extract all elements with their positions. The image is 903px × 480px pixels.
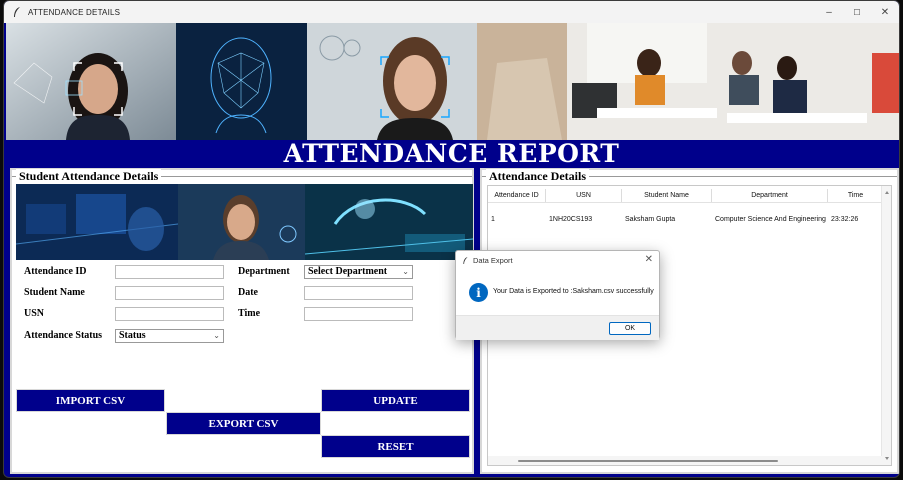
- dialog-title-bar: Data Export ✕: [456, 251, 659, 270]
- maximize-button[interactable]: ☐: [843, 1, 871, 23]
- table-cell: Computer Science And Engineering: [715, 216, 826, 223]
- banner-image-digital-head: [176, 23, 307, 140]
- department-value: Select Department: [308, 266, 388, 277]
- data-export-dialog: Data Export ✕ i Your Data is Exported to…: [455, 250, 660, 340]
- feather-icon: [462, 256, 469, 265]
- time-input[interactable]: [304, 307, 413, 321]
- banner-image-face-recognition: [307, 23, 477, 140]
- sub-banner-image-man: [178, 184, 305, 260]
- usn-label: USN: [24, 308, 45, 319]
- time-label: Time: [238, 308, 261, 319]
- frame-divider: [582, 176, 897, 177]
- update-button[interactable]: UPDATE: [321, 389, 470, 412]
- attendance-id-input[interactable]: [115, 265, 224, 279]
- chevron-down-icon: ⌄: [402, 267, 409, 276]
- attendance-status-value: Status: [119, 330, 146, 341]
- vertical-scrollbar[interactable]: [881, 186, 891, 465]
- close-button[interactable]: ✕: [871, 1, 899, 23]
- panel-legend: Attendance Details: [486, 169, 589, 183]
- export-csv-button[interactable]: EXPORT CSV: [166, 412, 321, 435]
- panel-legend: Student Attendance Details: [16, 169, 162, 183]
- header-banner: [6, 23, 899, 140]
- banner-image-face-scan: [6, 23, 176, 140]
- student-name-input[interactable]: [115, 286, 224, 300]
- feather-icon: [10, 5, 24, 19]
- banner-image-classroom: [477, 23, 899, 140]
- table-cell: 23:32:26: [831, 216, 859, 223]
- date-label: Date: [238, 287, 258, 298]
- chevron-down-icon: ⌄: [213, 331, 220, 340]
- dialog-body: i Your Data is Exported to :Saksham.csv …: [456, 270, 659, 315]
- minimize-button[interactable]: –: [815, 1, 843, 23]
- frame-divider: [160, 176, 472, 177]
- attendance-status-select[interactable]: Status ⌄: [115, 329, 224, 343]
- import-csv-button[interactable]: IMPORT CSV: [16, 389, 165, 412]
- dialog-message: Your Data is Exported to :Saksham.csv su…: [493, 288, 654, 295]
- dialog-close-button[interactable]: ✕: [645, 254, 653, 265]
- title-bar: ATTENDANCE DETAILS – ☐ ✕: [4, 1, 899, 23]
- table-cell: 1: [491, 216, 495, 223]
- usn-input[interactable]: [115, 307, 224, 321]
- dialog-title: Data Export: [473, 256, 513, 265]
- sub-banner-image-tech: [15, 184, 179, 260]
- column-header[interactable]: Attendance ID: [488, 189, 546, 202]
- page-title: ATTENDANCE REPORT: [283, 139, 620, 168]
- department-label: Department: [238, 266, 290, 277]
- attendance-id-label: Attendance ID: [24, 266, 87, 277]
- date-input[interactable]: [304, 286, 413, 300]
- sub-banner: [15, 184, 474, 260]
- info-icon: i: [469, 283, 488, 302]
- column-header[interactable]: USN: [546, 189, 622, 202]
- table-cell: 1NH20CS193: [549, 216, 593, 223]
- reset-button[interactable]: RESET: [321, 435, 470, 458]
- table-row[interactable]: 1 1NH20CS193 Saksham Gupta Computer Scie…: [488, 214, 883, 226]
- horizontal-scrollbar[interactable]: [488, 456, 883, 465]
- window-title: ATTENDANCE DETAILS: [28, 7, 121, 17]
- student-attendance-panel: Student Attendance Details Attendance ID…: [10, 168, 474, 474]
- scrollbar-thumb[interactable]: [518, 460, 778, 462]
- sub-banner-image-robot: [304, 184, 474, 260]
- column-header[interactable]: Time: [828, 189, 883, 202]
- student-name-label: Student Name: [24, 287, 85, 298]
- table-header: Attendance ID USN Student Name Departmen…: [488, 189, 883, 203]
- department-select[interactable]: Select Department ⌄: [304, 265, 413, 279]
- dialog-footer: OK: [456, 315, 659, 340]
- column-header[interactable]: Department: [712, 189, 828, 202]
- table-cell: Saksham Gupta: [625, 216, 676, 223]
- app-window: ATTENDANCE DETAILS – ☐ ✕ ATTENDANCE REPO…: [3, 0, 900, 478]
- attendance-status-label: Attendance Status: [24, 330, 103, 341]
- ok-button[interactable]: OK: [609, 322, 651, 335]
- column-header[interactable]: Student Name: [622, 189, 712, 202]
